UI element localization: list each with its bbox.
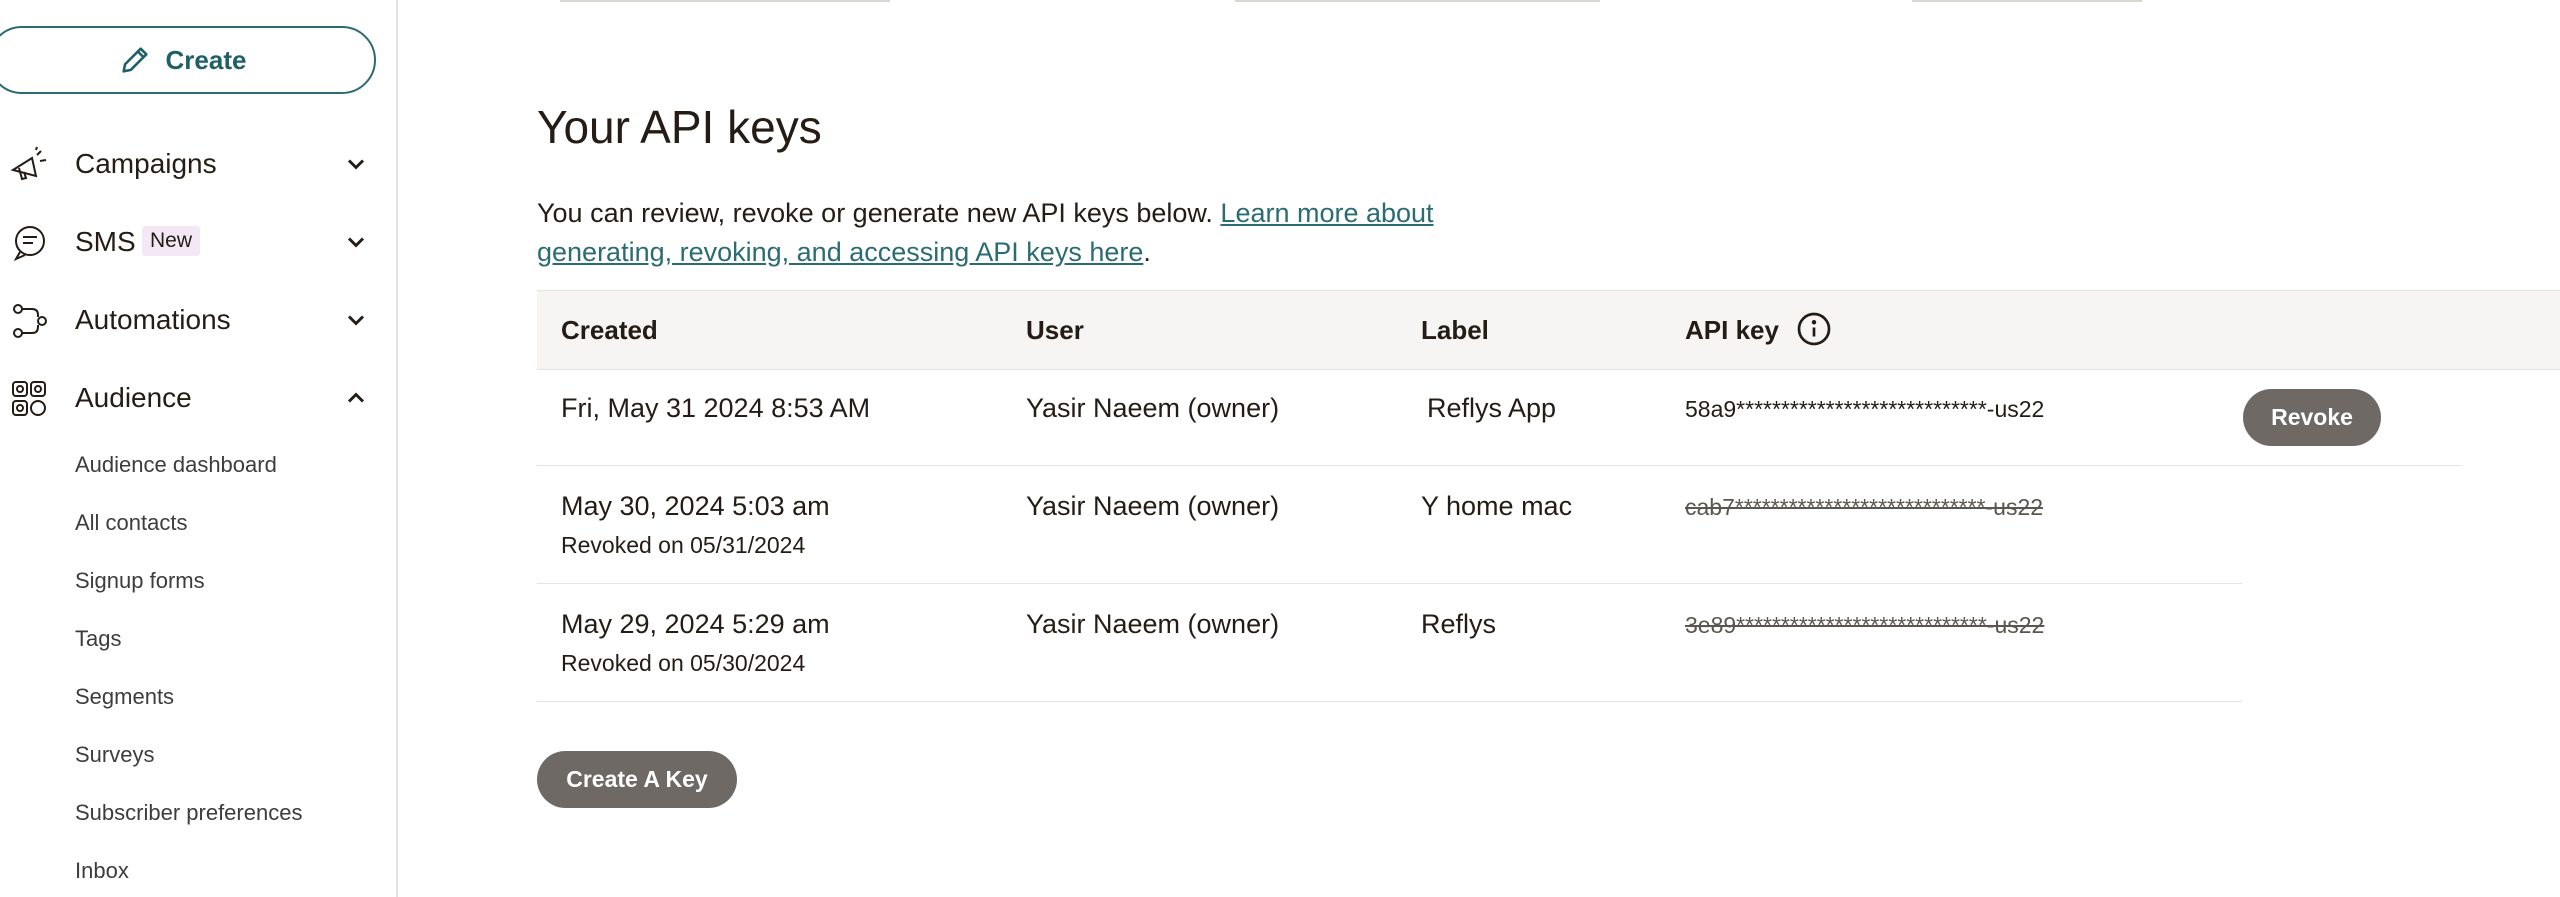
row-divider bbox=[537, 583, 2242, 584]
row-divider bbox=[537, 465, 2462, 466]
row-user: Yasir Naeem (owner) bbox=[1026, 491, 1280, 521]
row-label: Reflys App bbox=[1427, 393, 1557, 423]
column-header-api-key: API key bbox=[1685, 315, 1779, 345]
sidebar-subitem-audience-dashboard[interactable]: Audience dashboard bbox=[75, 452, 277, 478]
row-api-key: 58a9****************************-us22 bbox=[1685, 396, 2045, 422]
sidebar-item-label: Audience bbox=[75, 382, 192, 413]
megaphone-icon bbox=[10, 146, 47, 181]
page-title: Your API keys bbox=[537, 101, 822, 153]
divider bbox=[1912, 0, 2142, 2]
page-description: You can review, revoke or generate new A… bbox=[537, 194, 1537, 272]
column-header-created: Created bbox=[561, 315, 658, 345]
sidebar-item-label: Automations bbox=[75, 304, 231, 335]
chat-bubble-icon bbox=[13, 226, 45, 262]
row-created: Fri, May 31 2024 8:53 AM bbox=[561, 393, 871, 423]
sidebar-subitem-subscriber-preferences[interactable]: Subscriber preferences bbox=[75, 800, 302, 826]
divider bbox=[560, 0, 890, 2]
workflow-icon bbox=[13, 304, 47, 338]
row-api-key: cab7****************************-us22 bbox=[1685, 494, 2044, 520]
sidebar-subitem-surveys[interactable]: Surveys bbox=[75, 742, 154, 768]
row-user: Yasir Naeem (owner) bbox=[1026, 609, 1280, 639]
row-revoked-date: Revoked on 05/30/2024 bbox=[561, 650, 806, 676]
pencil-icon bbox=[121, 47, 148, 73]
table-header: Created User Label API key bbox=[537, 290, 2560, 370]
sidebar: Create Campaigns SMS New Automations Aud… bbox=[0, 0, 398, 897]
description-end: . bbox=[1143, 237, 1151, 267]
sidebar-item-sms[interactable]: SMS New bbox=[0, 214, 376, 270]
sidebar-subitem-segments[interactable]: Segments bbox=[75, 684, 174, 710]
column-header-label: Label bbox=[1421, 315, 1489, 345]
sidebar-item-audience[interactable]: Audience bbox=[0, 370, 376, 426]
row-user: Yasir Naeem (owner) bbox=[1026, 393, 1280, 423]
info-icon[interactable] bbox=[1796, 311, 1832, 347]
row-divider bbox=[537, 701, 2242, 702]
sidebar-item-label: Campaigns bbox=[75, 148, 217, 179]
chevron-down-icon[interactable] bbox=[342, 306, 370, 334]
sidebar-item-label: SMS bbox=[75, 226, 136, 257]
chevron-down-icon[interactable] bbox=[342, 150, 370, 178]
description-text: You can review, revoke or generate new A… bbox=[537, 198, 1221, 228]
create-button[interactable]: Create bbox=[0, 26, 376, 94]
column-header-user: User bbox=[1026, 315, 1084, 345]
sidebar-subitem-signup-forms[interactable]: Signup forms bbox=[75, 568, 205, 594]
audience-icon bbox=[12, 381, 46, 416]
revoke-button[interactable]: Revoke bbox=[2243, 389, 2381, 446]
row-label: Reflys bbox=[1421, 609, 1497, 639]
row-api-key: 3e89****************************-us22 bbox=[1685, 612, 2045, 638]
divider bbox=[1235, 0, 1600, 2]
chevron-up-icon[interactable] bbox=[342, 384, 370, 412]
create-key-button[interactable]: Create A Key bbox=[537, 751, 737, 808]
sidebar-subitem-inbox[interactable]: Inbox bbox=[75, 858, 129, 884]
sidebar-item-campaigns[interactable]: Campaigns bbox=[0, 136, 376, 192]
sidebar-item-automations[interactable]: Automations bbox=[0, 292, 376, 348]
sidebar-subitem-all-contacts[interactable]: All contacts bbox=[75, 510, 188, 536]
new-badge: New bbox=[142, 226, 201, 256]
row-revoked-date: Revoked on 05/31/2024 bbox=[561, 532, 806, 558]
create-button-label: Create bbox=[165, 44, 247, 75]
row-label: Y home mac bbox=[1421, 491, 1573, 521]
chevron-down-icon[interactable] bbox=[342, 228, 370, 256]
row-created: May 29, 2024 5:29 am bbox=[561, 609, 830, 639]
row-created: May 30, 2024 5:03 am bbox=[561, 491, 830, 521]
sidebar-subitem-tags[interactable]: Tags bbox=[75, 626, 121, 652]
